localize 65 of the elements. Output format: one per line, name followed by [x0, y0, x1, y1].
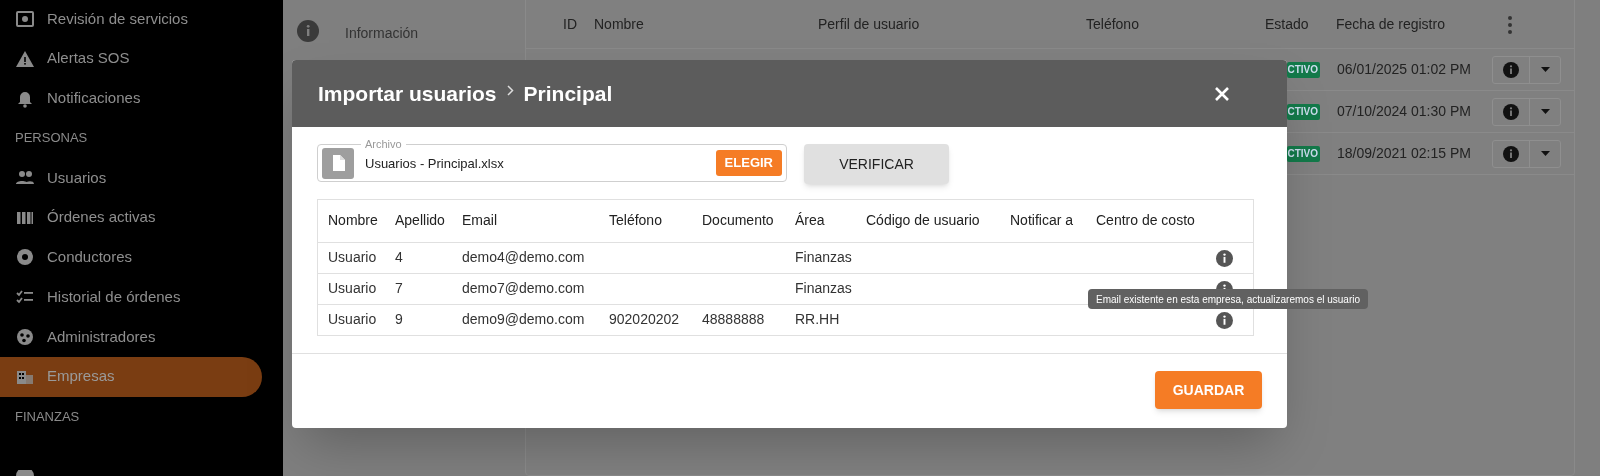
section-heading: FINANZAS — [15, 407, 80, 426]
status-badge: CTIVO — [1287, 145, 1320, 162]
column-header: Área — [795, 212, 825, 229]
column-header: Notificar a — [1010, 212, 1074, 229]
sidebar-item[interactable]: Notificaciones — [0, 78, 262, 119]
dialog-title: Principal — [523, 80, 613, 107]
sidebar-item[interactable]: Órdenes activas — [0, 197, 262, 238]
column-header: Nombre — [594, 15, 645, 34]
close-icon — [1214, 85, 1230, 102]
column-header: Teléfono — [1086, 15, 1140, 34]
column-header: Estado — [1265, 15, 1310, 34]
table-cell: 48888888 — [702, 311, 765, 328]
column-header: Teléfono — [609, 212, 662, 229]
info-label: Información — [345, 24, 419, 43]
column-header: Nombre — [328, 212, 378, 229]
caret-icon — [1540, 67, 1550, 72]
column-header: ID — [563, 15, 578, 34]
tooltip: Email existente en esta empresa, actualizaremos el usuario — [1088, 289, 1369, 309]
info-icon[interactable] — [1216, 249, 1233, 267]
table-cell: 4 — [395, 249, 403, 265]
caret-icon — [1540, 151, 1550, 156]
status-badge: CTIVO — [1287, 103, 1320, 120]
table-cell: 9 — [395, 311, 403, 328]
column-header: Perfil de usuario — [818, 15, 921, 34]
chevron-icon — [506, 85, 514, 96]
section-heading: PERSONAS — [15, 129, 88, 148]
sidebar-item[interactable]: Historial de órdenes — [0, 277, 262, 317]
table-cell: RR.HH — [795, 311, 840, 328]
breadcrumb-link[interactable]: Importar usuarios — [318, 77, 497, 110]
table-cell: Usuario — [328, 249, 377, 265]
info-icon[interactable] — [1216, 312, 1233, 330]
table-cell: demo7@demo.com — [462, 280, 585, 296]
more-icon[interactable] — [1508, 15, 1512, 34]
date-text: 18/09/2021 02:15 PM — [1337, 144, 1472, 163]
sidebar-item[interactable]: Conductores — [0, 237, 262, 278]
file-icon — [322, 147, 354, 179]
table-cell: demo9@demo.com — [462, 311, 585, 328]
caret-icon — [1540, 109, 1550, 114]
sidebar-item[interactable]: Usuarios — [0, 158, 262, 198]
sidebar-item[interactable]: Revisión de servicios — [0, 0, 262, 39]
table-cell: Usuario — [328, 311, 377, 328]
column-header: Apellido — [395, 212, 445, 229]
table-cell: Finanzas — [795, 280, 852, 296]
table-cell: Usuario — [328, 280, 377, 296]
verify-button[interactable]: VERIFICAR — [804, 144, 949, 184]
column-header: Email — [462, 212, 497, 229]
table-cell: 7 — [395, 280, 403, 296]
info-icon — [297, 20, 319, 42]
info-icon — [1503, 61, 1519, 78]
status-badge: CTIVO — [1287, 61, 1320, 78]
table-cell: Finanzas — [795, 249, 852, 265]
column-header: Código de usuario — [866, 212, 980, 229]
column-header: Documento — [702, 212, 774, 229]
sidebar-item[interactable]: Alertas SOS — [0, 38, 262, 79]
table-cell: 902020202 — [609, 311, 680, 328]
info-icon — [1503, 103, 1519, 120]
date-text: 06/01/2025 01:02 PM — [1337, 60, 1472, 79]
screen-icon — [15, 8, 35, 29]
column-header: Fecha de registro — [1336, 15, 1446, 34]
column-header: Centro de costo — [1096, 212, 1195, 229]
sidebar-item[interactable]: Administradores — [0, 317, 262, 357]
table-cell: demo4@demo.com — [462, 249, 585, 265]
info-icon — [1503, 145, 1519, 162]
date-text: 07/10/2024 01:30 PM — [1337, 102, 1472, 121]
disc-icon — [15, 247, 35, 268]
